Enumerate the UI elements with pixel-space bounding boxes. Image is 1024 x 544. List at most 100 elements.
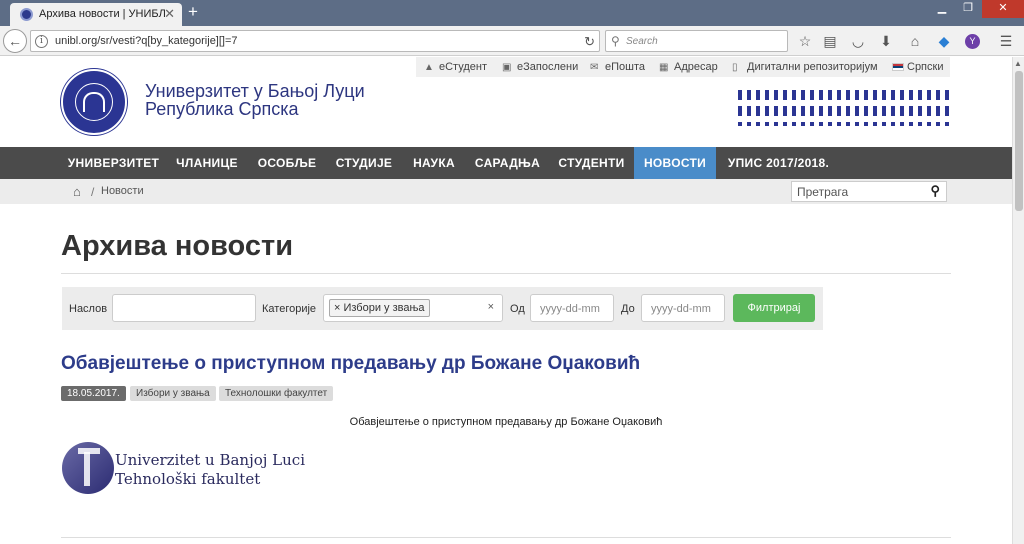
nav-item-clanice[interactable]: ЧЛАНИЦЕ: [166, 147, 248, 179]
quicklink-ezaposleni[interactable]: ▣ еЗапослени: [502, 61, 578, 73]
pocket-icon[interactable]: ◡: [850, 33, 866, 49]
pattern-dot: [783, 106, 787, 116]
pattern-dot: [918, 106, 922, 116]
pattern-dot: [855, 90, 859, 100]
tab-title: Архива новости | УНИБЛ: [39, 8, 166, 20]
url-text: unibl.org/sr/vesti?q[by_kategorije][]=7: [55, 35, 238, 47]
news-item-tag[interactable]: Избори у звања: [130, 386, 216, 401]
pattern-dot: [927, 106, 931, 116]
serbian-flag-icon: [892, 63, 904, 72]
new-tab-icon[interactable]: +: [188, 2, 198, 22]
nav-item-upis[interactable]: УПИС 2017/2018.: [716, 147, 841, 179]
nav-item-studenti[interactable]: СТУДЕНТИ: [549, 147, 634, 179]
faculty-logo: [62, 442, 114, 494]
home-icon[interactable]: ⌂: [73, 184, 81, 199]
pattern-dot: [810, 90, 814, 100]
to-date-placeholder: yyyy-dd-mm: [651, 303, 711, 315]
menu-icon[interactable]: ☰: [998, 33, 1014, 49]
pattern-dot: [909, 106, 913, 116]
quicklink-repository[interactable]: ▯ Дигитални репозиторијум: [732, 61, 878, 73]
pattern-dot: [765, 106, 769, 116]
close-window-icon[interactable]: ✕: [982, 0, 1024, 18]
to-date-input[interactable]: yyyy-dd-mm: [641, 294, 725, 322]
nav-item-saradnja[interactable]: САРАДЊА: [466, 147, 549, 179]
envelope-icon: ✉: [590, 62, 599, 73]
maximize-icon[interactable]: ❐: [955, 0, 981, 18]
breadcrumb-separator: /: [91, 185, 95, 199]
pattern-dot: [855, 122, 859, 126]
reload-icon[interactable]: ↻: [584, 34, 595, 50]
pattern-dot: [828, 106, 832, 116]
clear-selection-icon[interactable]: ×: [488, 301, 494, 313]
search-icon[interactable]: ⚲: [930, 183, 940, 199]
pattern-dot: [765, 122, 769, 126]
browser-search-input[interactable]: ⚲ Search: [605, 30, 788, 52]
nav-item-nauka[interactable]: НАУКА: [402, 147, 466, 179]
quicklink-estudent[interactable]: ▲ еСтудент: [424, 61, 487, 73]
site-favicon-icon: [20, 8, 33, 21]
news-item-tag[interactable]: Технолошки факултет: [219, 386, 334, 401]
bookmark-star-icon[interactable]: ☆: [797, 33, 813, 49]
filter-button[interactable]: Филтрирај: [733, 294, 815, 322]
graduation-cap-icon: ▲: [424, 62, 434, 73]
pattern-dot: [792, 106, 796, 116]
faculty-logo-text-line2: Tehnološki fakultet: [115, 470, 261, 488]
pattern-dot: [774, 90, 778, 100]
from-date-input[interactable]: yyyy-dd-mm: [530, 294, 614, 322]
home-icon[interactable]: ⌂: [907, 33, 923, 49]
divider: [61, 537, 951, 538]
nav-item-osoblje[interactable]: ОСОБЉЕ: [248, 147, 326, 179]
reading-list-icon[interactable]: ▤: [822, 33, 838, 49]
browser-tab[interactable]: Архива новости | УНИБЛ ✕: [10, 3, 182, 26]
pattern-dot: [900, 90, 904, 100]
pattern-dot: [918, 90, 922, 100]
address-bar[interactable]: i unibl.org/sr/vesti?q[by_kategorije][]=…: [30, 30, 600, 52]
pattern-dot: [783, 122, 787, 126]
category-chip[interactable]: × Избори у звања: [329, 299, 430, 317]
scroll-up-arrow-icon[interactable]: ▲: [1014, 59, 1022, 68]
university-logo[interactable]: [61, 69, 127, 135]
download-icon[interactable]: ⬇: [878, 33, 894, 49]
back-arrow-icon[interactable]: ←: [3, 29, 27, 53]
breadcrumb-current: Новости: [101, 185, 144, 197]
pattern-dot: [774, 122, 778, 126]
title-filter-input[interactable]: [112, 294, 256, 322]
document-icon: ▯: [732, 62, 738, 73]
quick-links-bar: ▲ еСтудент ▣ еЗапослени ✉ еПошта ▦ Адресар ▯…: [416, 57, 950, 77]
browser-search-placeholder: Search: [626, 36, 658, 47]
pattern-dot: [882, 122, 886, 126]
pattern-dot: [936, 90, 940, 100]
university-region: Република Српска: [145, 99, 299, 119]
info-icon[interactable]: i: [35, 35, 48, 48]
pattern-dot: [738, 90, 742, 100]
pattern-dot: [801, 122, 805, 126]
minimize-icon[interactable]: ▁: [929, 0, 955, 18]
pattern-dot: [936, 122, 940, 126]
logo-letter-stem: [84, 452, 90, 486]
close-tab-icon[interactable]: ✕: [164, 6, 175, 22]
category-filter-select[interactable]: × Избори у звања ×: [323, 294, 503, 322]
scrollbar-thumb[interactable]: [1015, 71, 1023, 211]
page-scrollbar[interactable]: ▲: [1012, 57, 1024, 544]
nav-item-studije[interactable]: СТУДИЈЕ: [326, 147, 402, 179]
extension-icon[interactable]: ◆: [936, 33, 952, 49]
site-search-input[interactable]: Претрага ⚲: [791, 181, 947, 202]
from-date-placeholder: yyyy-dd-mm: [540, 303, 600, 315]
pattern-dot: [801, 90, 805, 100]
yahoo-extension-icon[interactable]: Y: [965, 34, 980, 49]
pattern-dot: [873, 122, 877, 126]
quicklink-eposta[interactable]: ✉ еПошта: [590, 61, 645, 73]
quicklink-adresar[interactable]: ▦ Адресар: [659, 61, 718, 73]
nav-item-novosti[interactable]: НОВОСТИ: [634, 147, 716, 179]
news-item-title[interactable]: Обавјештење о приступном предавању др Бо…: [61, 353, 640, 375]
pattern-dot: [918, 122, 922, 126]
user-icon: ▦: [659, 62, 669, 73]
pattern-dot: [819, 90, 823, 100]
pattern-dot: [891, 122, 895, 126]
language-switch[interactable]: Српски: [892, 61, 943, 73]
pattern-dot: [927, 122, 931, 126]
pattern-dot: [855, 106, 859, 116]
search-icon: ⚲: [611, 34, 620, 48]
nav-item-univerzitet[interactable]: УНИВЕРЗИТЕТ: [61, 147, 166, 179]
pattern-dot: [828, 122, 832, 126]
